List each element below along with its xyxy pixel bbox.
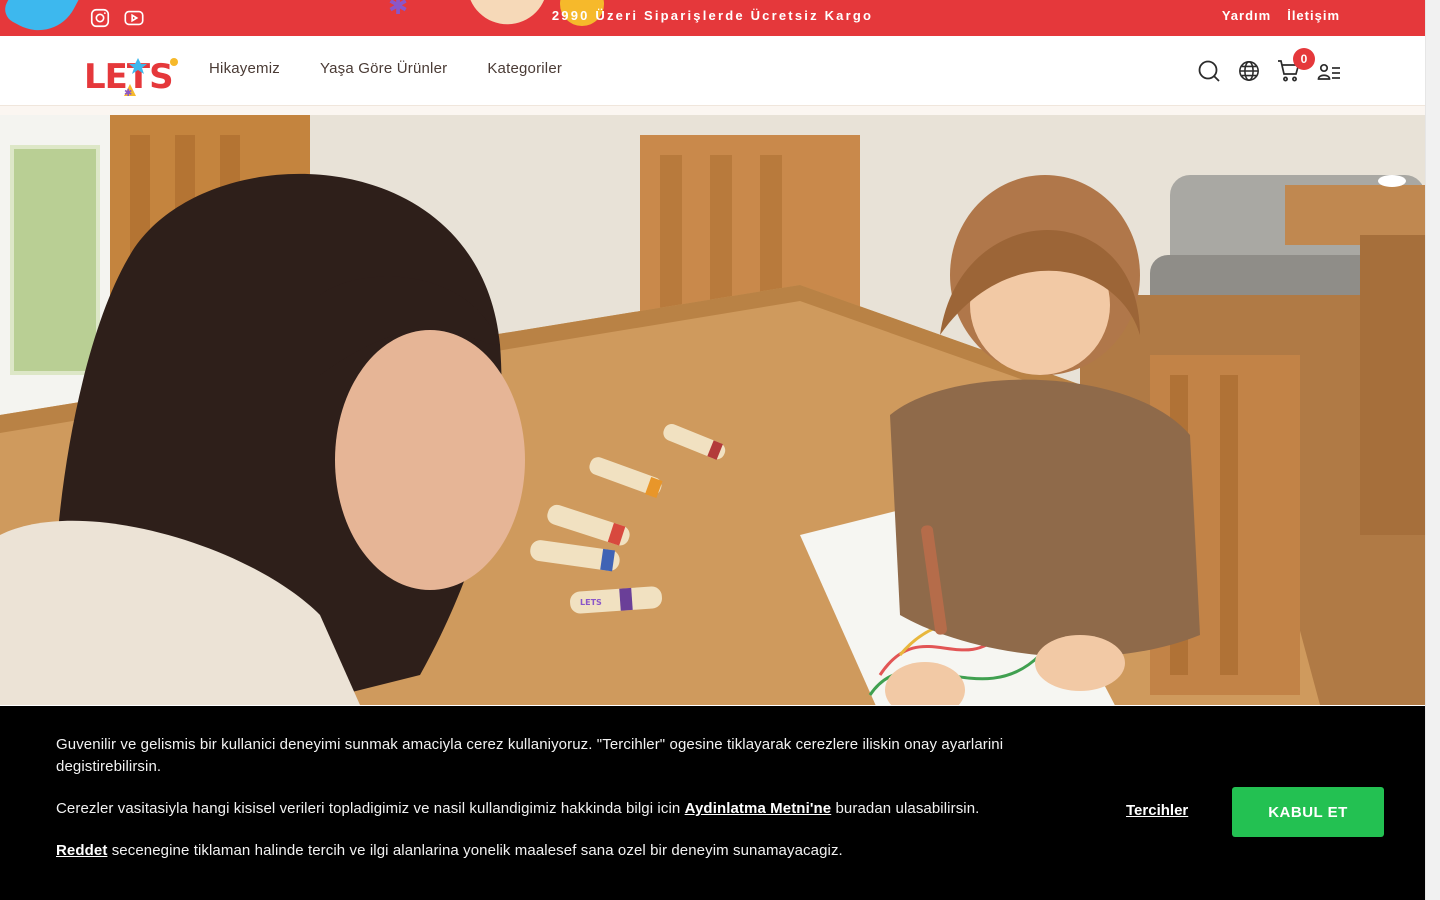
nav-item-hikayemiz[interactable]: Hikayemiz bbox=[209, 60, 280, 77]
accept-cookies-button[interactable]: KABUL ET bbox=[1232, 787, 1384, 837]
preferences-button[interactable]: Tercihler bbox=[1126, 802, 1188, 819]
cart-count-badge: 0 bbox=[1293, 48, 1315, 70]
cookie-text-intro: Guvenilir ve gelismis bir kullanici dene… bbox=[56, 736, 1004, 775]
user-menu-icon[interactable] bbox=[1317, 58, 1341, 84]
main-nav: Hikayemiz Yaşa Göre Ürünler Kategoriler bbox=[209, 60, 562, 77]
globe-icon[interactable] bbox=[1237, 58, 1261, 84]
cart-icon[interactable]: 0 bbox=[1277, 48, 1315, 84]
svg-text:LETS: LETS bbox=[580, 598, 602, 607]
cookie-text-reject: Reddet secenegine tiklaman halinde terci… bbox=[56, 842, 843, 859]
privacy-notice-link[interactable]: Aydinlatma Metni'ne bbox=[685, 800, 832, 817]
help-link[interactable]: Yardım bbox=[1222, 8, 1271, 23]
header-separator bbox=[0, 106, 1425, 115]
page-scrollbar[interactable] bbox=[1425, 0, 1440, 900]
svg-text:✱: ✱ bbox=[124, 88, 132, 96]
nav-item-yasa-gore-urunler[interactable]: Yaşa Göre Ürünler bbox=[320, 60, 447, 77]
top-announcement-bar: ✱ 2990 Üzeri Siparişlerde Ücretsiz Kargo… bbox=[0, 0, 1425, 36]
lets-logo[interactable]: LETS ✱ bbox=[84, 52, 182, 99]
contact-link[interactable]: İletişim bbox=[1287, 8, 1340, 23]
top-links: Yardım İletişim bbox=[1222, 8, 1340, 23]
hero-banner-image[interactable]: LETS bbox=[0, 115, 1425, 705]
header-actions: 0 bbox=[1197, 48, 1341, 84]
main-header: LETS ✱ Hikayemiz Yaşa Göre Ürünler Kateg… bbox=[0, 36, 1425, 106]
cookie-text-info: Cerezler vasitasiyla hangi kisisel veril… bbox=[56, 800, 980, 817]
search-icon[interactable] bbox=[1197, 58, 1221, 84]
cookie-consent-banner: Guvenilir ve gelismis bir kullanici dene… bbox=[0, 706, 1425, 900]
nav-item-kategoriler[interactable]: Kategoriler bbox=[487, 60, 562, 77]
free-shipping-promo: 2990 Üzeri Siparişlerde Ücretsiz Kargo bbox=[551, 8, 874, 23]
reject-link[interactable]: Reddet bbox=[56, 842, 107, 859]
